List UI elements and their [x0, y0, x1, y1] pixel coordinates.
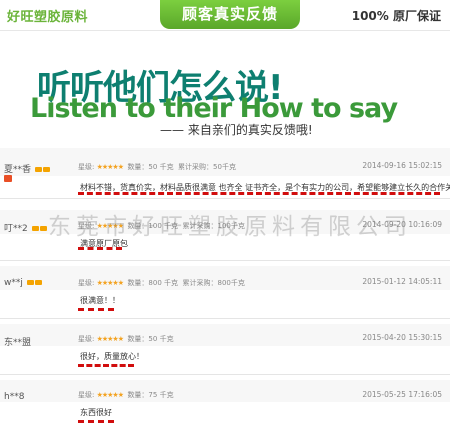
feedback-tab-label: 顾客真实反馈	[181, 5, 278, 23]
feedback-tab[interactable]: 顾客真实反馈	[160, 0, 300, 29]
quantity: 数量：100 千克	[127, 222, 179, 230]
quantity: 数量：50 千克	[127, 163, 174, 171]
review-row: 夏**香 星级: ★★★★★ 数量：50 千克 累计采购：50千克 2014-0…	[0, 148, 450, 198]
review-comment: 很好，质量放心！	[80, 352, 144, 361]
total-purchase: 累计采购：100千克	[182, 222, 245, 230]
rating-label: 星级:	[78, 279, 95, 287]
top-bar: 好旺塑胶原料 顾客真实反馈 100% 原厂保证	[0, 0, 450, 31]
reviewer-name: 东**盟	[4, 338, 32, 348]
medal-icon	[34, 167, 42, 172]
guarantee-text: 100% 原厂保证	[351, 9, 441, 23]
comment-underline	[78, 192, 440, 195]
medal-icon	[34, 280, 42, 285]
hero-subtitle: —— 来自亲们的真实反馈哦!	[160, 123, 313, 137]
total-purchase: 累计采购：50千克	[178, 163, 236, 171]
review-row: 东**盟 星级: ★★★★★ 数量：50 千克 2015-04-20 15:30…	[0, 324, 450, 374]
medal-icon	[26, 280, 34, 285]
review-row: 叮**2 星级: ★★★★★ 数量：100 千克 累计采购：100千克 2014…	[0, 210, 450, 260]
quantity: 数量：50 千克	[127, 335, 174, 343]
rating-label: 星级:	[78, 335, 95, 343]
comment-underline	[78, 247, 122, 250]
star-rating: ★★★★★	[96, 335, 124, 343]
divider	[0, 318, 450, 319]
review-comment: 东西很好	[80, 408, 112, 417]
star-rating: ★★★★★	[96, 279, 124, 287]
medal-icon	[39, 226, 47, 231]
comment-underline	[78, 308, 114, 311]
review-row: w**j 星级: ★★★★★ 数量：800 千克 累计采购：800千克 2015…	[0, 266, 450, 318]
star-rating: ★★★★★	[96, 391, 124, 399]
reviewer-name: w**j	[4, 278, 23, 288]
level-icon	[4, 175, 12, 182]
review-date: 2014-09-20 10:16:09	[362, 220, 442, 229]
divider	[0, 260, 450, 261]
reviewer-name: h**8	[4, 392, 25, 402]
review-date: 2015-01-12 14:05:11	[362, 277, 442, 286]
review-date: 2015-05-25 17:16:05	[362, 390, 442, 399]
review-date: 2014-09-16 15:02:15	[362, 161, 442, 170]
divider	[0, 374, 450, 375]
review-date: 2015-04-20 15:30:15	[362, 333, 442, 342]
star-rating: ★★★★★	[96, 163, 124, 171]
medal-icon	[31, 226, 39, 231]
quantity: 数量：75 千克	[127, 391, 174, 399]
brand-name[interactable]: 好旺塑胶原料	[7, 6, 88, 25]
reviewer-name: 夏**香	[4, 165, 32, 175]
quantity: 数量：800 千克	[127, 279, 179, 287]
star-rating: ★★★★★	[96, 222, 124, 230]
total-purchase: 累计采购：800千克	[182, 279, 245, 287]
rating-label: 星级:	[78, 163, 95, 171]
reviewer-name: 叮**2	[4, 224, 28, 234]
medal-icon	[42, 167, 50, 172]
comment-underline	[78, 364, 134, 367]
review-comment: 很满意！！	[80, 296, 120, 305]
rating-label: 星级:	[78, 391, 95, 399]
divider	[0, 198, 450, 199]
rating-label: 星级:	[78, 222, 95, 230]
review-row: h**8 星级: ★★★★★ 数量：75 千克 2015-05-25 17:16…	[0, 380, 450, 434]
hero-title-en: Listen to their How to say	[30, 93, 398, 124]
comment-underline	[78, 420, 114, 423]
